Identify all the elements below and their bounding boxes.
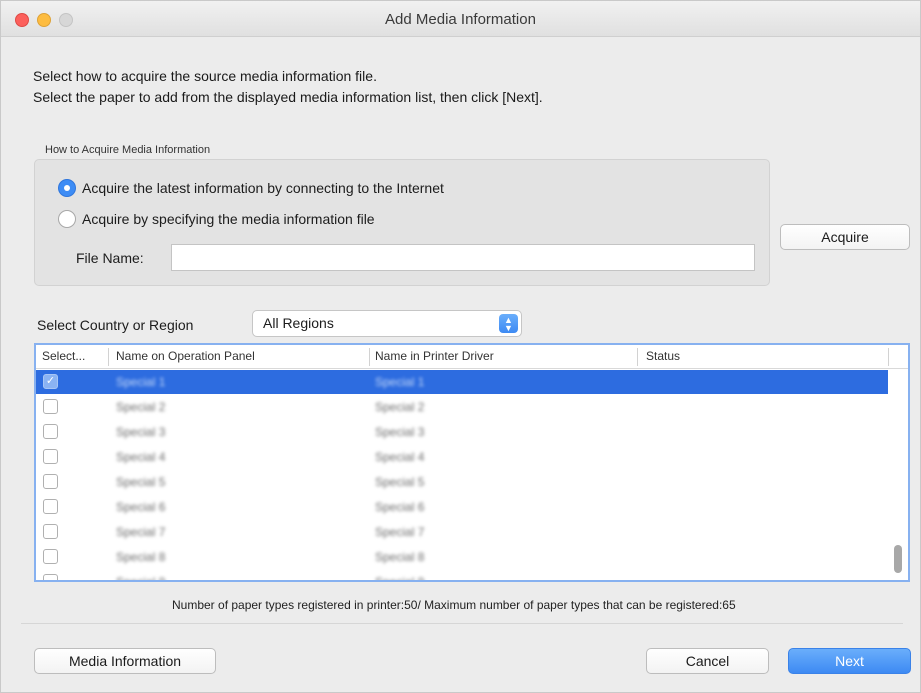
row-checkbox[interactable] [43,549,58,564]
row-checkbox[interactable] [43,499,58,514]
radio-acquire-internet-label: Acquire the latest information by connec… [82,180,444,196]
radio-acquire-file[interactable]: Acquire by specifying the media informat… [58,210,375,228]
region-label: Select Country or Region [37,317,194,333]
paper-type-count-note: Number of paper types registered in prin… [172,598,736,612]
table-row[interactable]: Special 7 Special 7 [36,520,888,544]
file-name-input[interactable] [171,244,755,271]
cell-driver-name: Special 4 [375,450,425,464]
region-selected-value: All Regions [263,315,334,331]
cell-panel-name: Special 7 [116,525,166,539]
cell-panel-name: Special 6 [116,500,166,514]
row-checkbox[interactable] [43,574,58,580]
table-row[interactable]: Special 6 Special 6 [36,495,888,519]
next-button[interactable]: Next [788,648,911,674]
up-down-chevron-icon: ▲ ▼ [499,314,518,333]
table-row[interactable]: Special 8 Special 8 [36,545,888,569]
cell-panel-name: Special 1 [116,375,166,389]
row-checkbox[interactable]: ✓ [43,374,58,389]
acquire-button[interactable]: Acquire [780,224,910,250]
cell-panel-name: Special 5 [116,475,166,489]
cell-panel-name: Special 3 [116,425,166,439]
column-header-driver-name[interactable]: Name in Printer Driver [375,349,494,363]
radio-button-unselected[interactable] [58,210,76,228]
table-row[interactable]: Special 4 Special 4 [36,445,888,469]
footer-divider [21,623,903,624]
cell-panel-name: Special 4 [116,450,166,464]
row-checkbox[interactable] [43,424,58,439]
cell-driver-name: Special 1 [375,375,425,389]
region-select[interactable]: All Regions ▲ ▼ [252,310,522,337]
radio-acquire-file-label: Acquire by specifying the media informat… [82,211,375,227]
cell-panel-name: Special 8 [116,550,166,564]
cell-driver-name: Special 8 [375,550,425,564]
cell-driver-name: Special 5 [375,475,425,489]
vertical-scrollbar-thumb[interactable] [894,545,902,573]
row-checkbox[interactable] [43,474,58,489]
table-header: Select... Name on Operation Panel Name i… [36,345,908,369]
cell-driver-name: Special 7 [375,525,425,539]
table-row[interactable]: Special 5 Special 5 [36,470,888,494]
radio-button-selected[interactable] [58,179,76,197]
instruction-line-2: Select the paper to add from the display… [33,89,543,105]
column-divider [108,348,109,366]
row-checkbox[interactable] [43,449,58,464]
media-table: Select... Name on Operation Panel Name i… [34,343,910,582]
title-bar: Add Media Information [1,1,920,37]
cancel-button[interactable]: Cancel [646,648,769,674]
table-row[interactable]: Special 3 Special 3 [36,420,888,444]
column-header-panel-name[interactable]: Name on Operation Panel [116,349,255,363]
acquire-group-label: How to Acquire Media Information [45,144,211,156]
cell-driver-name: Special 9 [375,575,425,582]
media-information-button[interactable]: Media Information [34,648,216,674]
cell-panel-name: Special 9 [116,575,166,582]
radio-acquire-internet[interactable]: Acquire the latest information by connec… [58,179,444,197]
table-row[interactable]: ✓ Special 1 Special 1 [36,370,888,394]
column-header-select[interactable]: Select... [42,349,85,363]
row-checkbox[interactable] [43,524,58,539]
row-checkbox[interactable] [43,399,58,414]
file-name-label: File Name: [76,250,144,266]
column-divider [637,348,638,366]
cell-driver-name: Special 2 [375,400,425,414]
window-title: Add Media Information [385,11,536,28]
table-row[interactable]: Special 2 Special 2 [36,395,888,419]
instruction-line-1: Select how to acquire the source media i… [33,68,377,84]
cell-driver-name: Special 3 [375,425,425,439]
table-row[interactable]: Special 9 Special 9 [36,570,888,582]
add-media-information-dialog: Add Media Information Select how to acqu… [0,0,921,693]
column-divider [888,348,889,366]
cell-driver-name: Special 6 [375,500,425,514]
cell-panel-name: Special 2 [116,400,166,414]
column-header-status[interactable]: Status [646,349,680,363]
column-divider [369,348,370,366]
